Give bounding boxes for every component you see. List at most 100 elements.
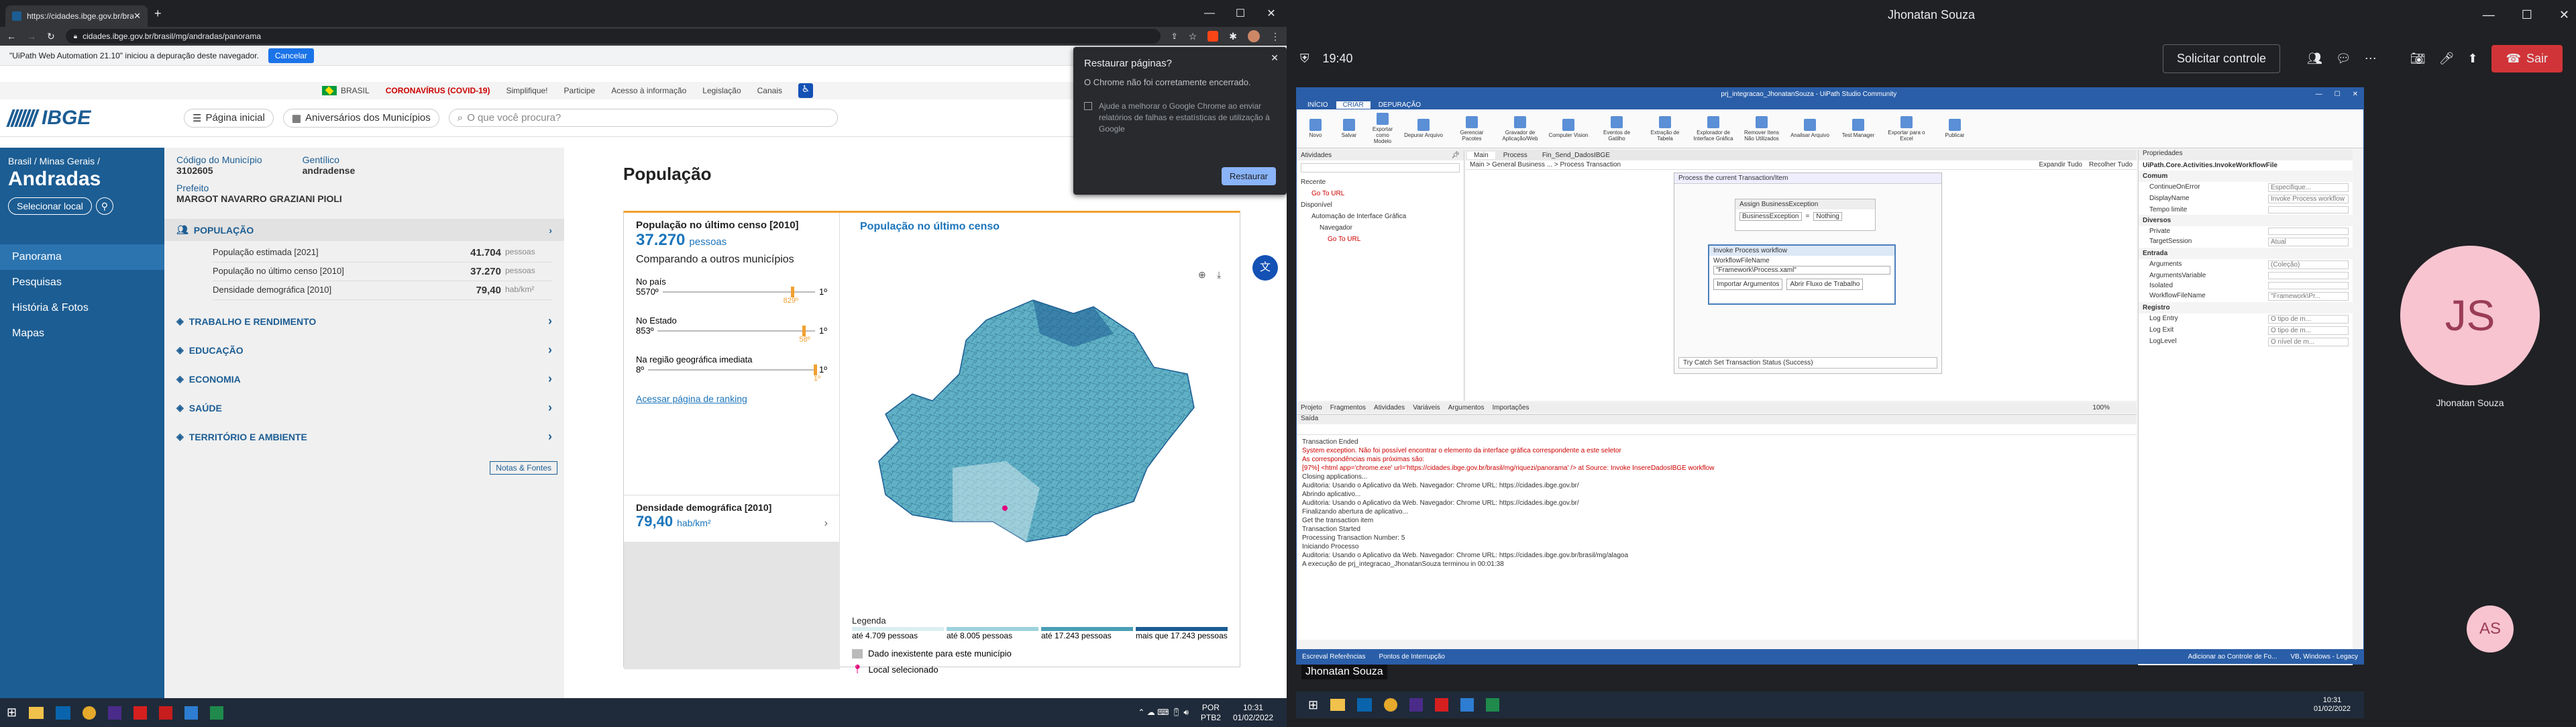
close-window-icon[interactable]: ✕ (2353, 91, 2358, 98)
ribbon-button[interactable]: Depurar Arquivo (1403, 119, 1444, 138)
log-line[interactable]: A execução de prj_integracao_JhonatanSou… (1302, 560, 2131, 569)
log-line[interactable]: Auditoria: Usando o Aplicativo da Web. N… (1302, 481, 2131, 490)
shield-icon[interactable]: ⛨ (1300, 52, 1309, 66)
close-window-icon[interactable]: ✕ (2559, 8, 2569, 22)
open-workflow-button[interactable]: Abrir Fluxo de Trabalho (1786, 279, 1864, 290)
download-icon[interactable]: ⤓ (1217, 269, 1221, 281)
collapse-all-link[interactable]: Recolher Tudo (2089, 161, 2133, 168)
ribbon-button[interactable]: Novo (1302, 119, 1329, 138)
restore-button[interactable]: Restaurar (1221, 167, 1276, 185)
gov-link-participe[interactable]: Participe (564, 86, 596, 95)
section-economia[interactable]: ◈ ECONOMIA › (164, 365, 564, 393)
section-território[interactable]: ◈ TERRITÓRIO E AMBIENTE › (164, 422, 564, 451)
leave-button[interactable]: ☎︎ Sair (2491, 44, 2563, 72)
designer-breadcrumb[interactable]: Main > General Business ... > Process Tr… (1470, 161, 2032, 168)
log-line[interactable]: Transaction Started (1302, 525, 2131, 534)
chrome-icon[interactable] (1384, 698, 1398, 712)
ribbon-button[interactable]: Analisar Arquivo (1789, 119, 1831, 138)
log-line[interactable]: Get the transaction item (1302, 516, 2131, 525)
activities-search[interactable] (1301, 163, 1460, 173)
output-filters[interactable] (1297, 424, 2137, 435)
browser-tab[interactable]: https://cidades.ibge.gov.br/bras... ✕ (5, 5, 148, 27)
section-saúde[interactable]: ◈ SAÚDE › (164, 393, 564, 422)
profile-avatar[interactable] (1248, 30, 1260, 42)
address-bar[interactable]: 🔒︎ cidades.ibge.gov.br/brasil/mg/andrada… (65, 29, 1161, 44)
tray-icons[interactable]: ⌃ ☁︎ ⌨︎ 🔋︎ 🔊︎ (1138, 708, 1189, 718)
log-line[interactable]: Transaction Ended (1302, 438, 2131, 446)
close-dialog-icon[interactable]: ✕ (1271, 52, 1279, 64)
excel-icon[interactable] (210, 706, 224, 720)
property-value[interactable]: O tipo de m... (2268, 326, 2349, 335)
back-icon[interactable]: ← (7, 31, 16, 42)
clock-date[interactable]: 01/02/2022 (2314, 705, 2351, 713)
workflow-filename-input[interactable]: "Framework\Process.xaml" (1713, 266, 1890, 275)
status-references[interactable]: Escreval Referências (1302, 653, 1365, 661)
log-line[interactable]: Abrindo aplicativo... (1302, 490, 2131, 499)
property-group[interactable]: Diversos (2139, 215, 2353, 226)
zoom-level[interactable]: 100% (2092, 404, 2137, 411)
sidebar-item-panorama[interactable]: Panorama (0, 244, 164, 270)
people-icon[interactable]: 👥︎ (2307, 52, 2322, 66)
close-window-icon[interactable]: ✕ (1256, 7, 1287, 20)
gov-link-acesso[interactable]: Acesso à informação (611, 86, 686, 95)
assign-activity[interactable]: Assign BusinessException BusinessExcepti… (1735, 199, 1876, 231)
section-populacao[interactable]: 👥︎ POPULAÇÃO › (164, 219, 564, 241)
outlook-icon[interactable] (1357, 698, 1373, 712)
file-explorer-icon[interactable] (29, 706, 44, 719)
bottom-tab[interactable]: Fragmentos (1330, 404, 1366, 411)
log-line[interactable]: System exception. Não foi possível encon… (1302, 446, 2131, 455)
property-value[interactable] (2268, 272, 2349, 279)
ribbon-button[interactable]: Explorador de Interface Gráfica (1693, 115, 1734, 142)
bottom-tab[interactable]: Variáveis (1413, 404, 1440, 411)
chat-icon[interactable]: 💬︎ (2336, 52, 2351, 66)
ribbon-button[interactable]: Salvar (1336, 119, 1362, 138)
property-value[interactable]: Especifique... (2268, 183, 2349, 192)
forward-icon[interactable]: → (27, 31, 36, 42)
activity-tree-item[interactable]: Recente (1301, 177, 1460, 188)
search-box[interactable]: ⌕ O que você procura? (448, 109, 838, 127)
report-checkbox[interactable] (1084, 102, 1092, 110)
density-card[interactable]: Densidade demográfica [2010] 79,40 hab/k… (624, 495, 840, 542)
sequence-title[interactable]: Process the current Transaction/Item (1674, 173, 1941, 184)
share-screen-icon[interactable]: ⬆︎ (2467, 52, 2477, 66)
log-line[interactable]: Auditoria: Usando o Aplicativo da Web. N… (1302, 551, 2131, 560)
log-line[interactable]: Auditoria: Usando o Aplicativo da Web. N… (1302, 499, 2131, 507)
log-line[interactable]: Closing applications... (1302, 473, 2131, 481)
gov-link-canais[interactable]: Canais (757, 86, 782, 95)
sidebar-item-mapas[interactable]: Mapas (0, 321, 164, 346)
property-value[interactable]: Invoke Process workflow (2268, 195, 2349, 203)
minimize-icon[interactable]: — (2483, 8, 2495, 22)
log-line[interactable]: Iniciando Processo (1302, 542, 2131, 551)
outlook-icon[interactable] (56, 706, 71, 720)
zoom-in-icon[interactable]: ⊕ (1198, 269, 1206, 281)
uipath-extension-icon[interactable] (1208, 31, 1219, 42)
log-line[interactable]: Processing Transaction Number: 5 (1302, 534, 2131, 542)
state-map[interactable] (872, 293, 1221, 555)
clock-date[interactable]: 01/02/2022 (1233, 713, 1273, 722)
anniversary-button[interactable]: ▦ Aniversários dos Municípios (282, 108, 439, 128)
windows-start-icon[interactable]: ⊞ (1308, 698, 1318, 712)
clock-time[interactable]: 10:31 (2323, 696, 2342, 704)
gov-link-simplifique[interactable]: Simplifique! (506, 86, 547, 95)
camera-off-icon[interactable]: 📷︎ (2410, 52, 2426, 66)
ranking-link[interactable]: Acessar página de ranking (636, 393, 827, 404)
clock-time[interactable]: 10:31 (1243, 703, 1263, 712)
request-control-button[interactable]: Solicitar controle (2162, 44, 2281, 73)
ribbon-tab[interactable]: CRIAR (1336, 101, 1371, 109)
microphone-icon[interactable]: 🎤︎ (2439, 52, 2455, 66)
bottom-tab[interactable]: Projeto (1301, 404, 1322, 411)
activity-tree-item[interactable]: Go To URL (1301, 234, 1460, 245)
more-options-icon[interactable]: ⋯ (2365, 52, 2377, 66)
section-educação[interactable]: ◈ EDUCAÇÃO › (164, 336, 564, 365)
acrobat-icon[interactable] (1435, 698, 1449, 712)
document-tab[interactable]: Fin_Send_DadosIBGE (1536, 152, 1617, 159)
breadcrumb[interactable]: Brasil / Minas Gerais / (0, 148, 164, 166)
studio-icon[interactable] (184, 706, 199, 720)
property-value[interactable]: O nível de m... (2268, 338, 2349, 346)
maximize-icon[interactable]: ☐ (2334, 91, 2341, 98)
ribbon-button[interactable]: Computer Vision (1548, 119, 1589, 138)
property-value[interactable]: Atual (2268, 238, 2349, 246)
pin-icon[interactable]: 📌︎ (1451, 152, 1460, 159)
location-pin-icon[interactable]: ⚲ (95, 197, 113, 215)
property-group[interactable]: Entrada (2139, 248, 2353, 259)
